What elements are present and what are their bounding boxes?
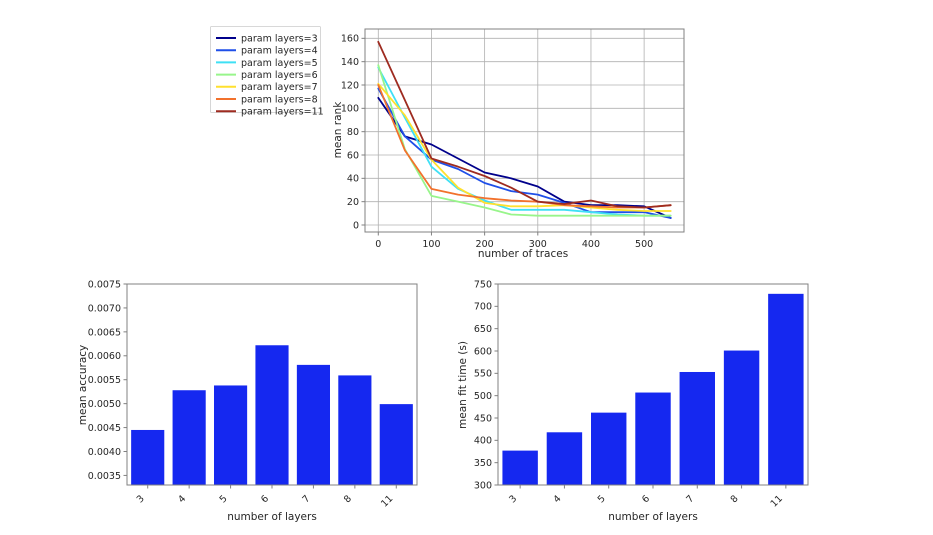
ytick-label: 600	[474, 346, 492, 357]
bar-11	[379, 404, 413, 485]
accuracy-ylabel: mean accuracy	[77, 345, 89, 426]
ytick-label: 750	[474, 279, 492, 290]
bar-5	[591, 412, 627, 485]
bar-4	[172, 390, 206, 485]
ytick-label: 0.0040	[88, 447, 121, 458]
bar-8	[338, 375, 372, 485]
ytick-label: 80	[347, 127, 359, 138]
ytick-label: 400	[474, 436, 492, 447]
ytick-label: 300	[474, 480, 492, 491]
legend-label-0: param layers=3	[241, 33, 318, 44]
ytick-label: 650	[474, 324, 492, 335]
bar-4	[546, 432, 583, 485]
ytick-label: 0.0035	[88, 471, 121, 482]
legend-label-1: param layers=4	[241, 46, 318, 57]
ytick-label: 140	[341, 57, 359, 68]
bar-7	[296, 364, 330, 485]
bar-6	[635, 392, 671, 485]
ytick-label: 350	[474, 458, 492, 469]
bar-11	[768, 293, 804, 485]
ytick-label: 40	[347, 174, 359, 185]
fittime-ylabel: mean fit time (s)	[457, 341, 469, 429]
ytick-label: 0.0065	[88, 327, 121, 338]
ytick-label: 700	[474, 302, 492, 313]
line-chart-xlabel: number of traces	[478, 248, 568, 260]
bar-5	[214, 385, 248, 485]
ytick-label: 160	[341, 34, 359, 45]
bar-8	[723, 350, 760, 485]
ytick-label: 0.0070	[88, 303, 121, 314]
bar-6	[255, 345, 289, 485]
xtick-label: 400	[582, 239, 600, 250]
ytick-label: 0.0060	[88, 351, 121, 362]
legend: param layers=3param layers=4param layers…	[210, 26, 324, 118]
legend-label-5: param layers=8	[241, 94, 318, 105]
legend-label-4: param layers=7	[241, 82, 318, 93]
ytick-label: 20	[347, 197, 359, 208]
ytick-label: 500	[474, 391, 492, 402]
ytick-label: 450	[474, 413, 492, 424]
ytick-label: 0	[353, 220, 359, 231]
ytick-label: 120	[341, 80, 359, 91]
matplotlib-figure: 0 100 200 300 400 500020406080100120140160 nu…	[0, 0, 933, 535]
bar-3	[502, 450, 538, 485]
ytick-label: 0.0045	[88, 423, 121, 434]
bar-7	[679, 371, 715, 485]
ytick-label: 60	[347, 150, 359, 161]
line-chart-ylabel: mean rank	[332, 101, 344, 159]
ytick-label: 0.0075	[88, 279, 121, 290]
accuracy-xlabel: number of layers	[227, 511, 317, 523]
xtick-label: 500	[635, 239, 653, 250]
fittime-xlabel: number of layers	[608, 511, 698, 523]
ytick-label: 550	[474, 369, 492, 380]
legend-label-3: param layers=6	[241, 70, 318, 81]
bar-3	[131, 429, 165, 485]
ytick-label: 0.0050	[88, 399, 121, 410]
ytick-label: 0.0055	[88, 375, 121, 386]
legend-label-6: param layers=11	[241, 107, 324, 118]
legend-label-2: param layers=5	[241, 58, 318, 69]
xtick-label: 0	[375, 239, 381, 250]
xtick-label: 100	[422, 239, 440, 250]
